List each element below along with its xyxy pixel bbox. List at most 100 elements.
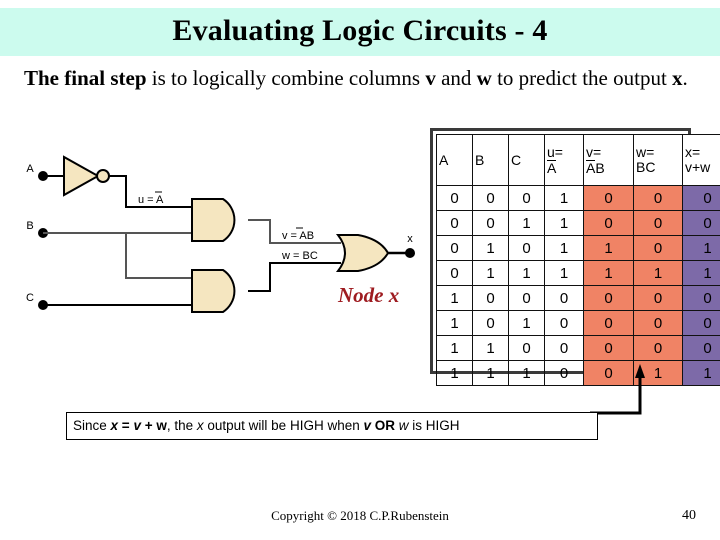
truth-table-cell-r4-c4: 0: [583, 285, 634, 311]
caption-p4: , the: [166, 418, 197, 433]
body-text-end: .: [682, 66, 688, 90]
truth-table-cell-r6-c2: 0: [508, 335, 545, 361]
truth-table-cell-r3-c5: 1: [633, 260, 683, 286]
wire-label-u: u = A: [138, 194, 164, 206]
and-gate-1: [191, 198, 236, 242]
truth-table-col-header-3: u= A: [544, 134, 584, 186]
caption-p6: OR: [370, 418, 399, 433]
truth-table-container: A B Cu= Av= AB w= BC x= v+w 00010000011000010110…: [430, 128, 720, 386]
truth-table-cell-r0-c4: 0: [583, 185, 634, 211]
truth-table-body: 0001000001100001011010111111100000010100…: [436, 185, 720, 386]
truth-table-cell-r5-c6: 0: [682, 310, 720, 336]
caption-pointer-arrow: [590, 364, 645, 415]
truth-table-cell-r3-c4: 1: [583, 260, 634, 286]
truth-table-cell-r1-c4: 0: [583, 210, 634, 236]
truth-table: A B Cu= Av= AB w= BC x= v+w 00010000011000010110…: [436, 134, 720, 386]
header-line-1: v=: [586, 143, 602, 160]
table-row: 0101101: [436, 235, 720, 261]
truth-table-cell-r6-c5: 0: [633, 335, 683, 361]
truth-table-cell-r2-c5: 0: [633, 235, 683, 261]
truth-table-cell-r1-c6: 0: [682, 210, 720, 236]
caption-w1: w: [156, 418, 167, 433]
caption-w2: w: [398, 418, 409, 433]
truth-table-cell-r2-c3: 1: [544, 235, 584, 261]
truth-table-cell-r4-c5: 0: [633, 285, 683, 311]
header-line-2: BC: [636, 159, 656, 175]
header-line-1: u=: [547, 143, 563, 160]
truth-table-cell-r6-c4: 0: [583, 335, 634, 361]
body-paragraph: The final step is to logically combine c…: [24, 65, 704, 92]
node-x-annotation: Node x: [338, 283, 400, 307]
truth-table-cell-r5-c5: 0: [633, 310, 683, 336]
body-text-var-w: w: [476, 66, 492, 90]
body-text-var-x: x: [672, 66, 683, 90]
header-line-2: AB: [586, 159, 631, 176]
and-gate-2: [191, 269, 236, 313]
truth-table-cell-r0-c6: 0: [682, 185, 720, 211]
truth-table-cell-r0-c0: 0: [436, 185, 473, 211]
not-gate-bubble: [96, 169, 110, 183]
wire-label-w: w = BC: [281, 250, 318, 262]
truth-table-cell-r7-c2: 1: [508, 360, 545, 386]
wire-label-v: v = AB: [282, 230, 314, 242]
output-label-x: x: [407, 233, 413, 245]
truth-table-cell-r1-c0: 0: [436, 210, 473, 236]
truth-table-cell-r2-c6: 1: [682, 235, 720, 261]
truth-table-cell-r0-c5: 0: [633, 185, 683, 211]
truth-table-cell-r2-c0: 0: [436, 235, 473, 261]
input-label-c: C: [26, 292, 34, 304]
truth-table-header: A B Cu= Av= AB w= BC x= v+w: [436, 134, 720, 186]
caption-v1: v: [133, 418, 141, 433]
truth-table-cell-r4-c3: 0: [544, 285, 584, 311]
truth-table-cell-r6-c3: 0: [544, 335, 584, 361]
wire-w-to-or: [248, 262, 341, 292]
body-text-var-v: v: [425, 66, 436, 90]
truth-table-cell-r2-c1: 1: [472, 235, 509, 261]
truth-table-cell-r7-c1: 1: [472, 360, 509, 386]
table-row: 0001000: [436, 185, 720, 211]
truth-table-cell-r2-c4: 1: [583, 235, 634, 261]
truth-table-cell-r0-c2: 0: [508, 185, 545, 211]
caption-box: Since x = v + w, the x output will be HI…: [66, 412, 598, 440]
truth-table-col-header-4: v= AB: [583, 134, 634, 186]
header-line-1: x=: [685, 144, 701, 160]
truth-table-col-header-1: B: [472, 134, 509, 186]
truth-table-cell-r7-c3: 0: [544, 360, 584, 386]
table-row: 1000000: [436, 285, 720, 311]
wire-b-to-and2: [125, 233, 192, 279]
truth-table-col-header-2: C: [508, 134, 545, 186]
arrow-head: [635, 364, 645, 378]
truth-table-col-header-5: w= BC: [633, 134, 683, 186]
header-line-2: v+w: [685, 159, 711, 175]
truth-table-cell-r1-c3: 1: [544, 210, 584, 236]
overlined-term: A: [547, 159, 557, 176]
caption-p7: is HIGH: [408, 418, 460, 433]
truth-table-header-row: A B Cu= Av= AB w= BC x= v+w: [436, 134, 720, 186]
truth-table-cell-r5-c4: 0: [583, 310, 634, 336]
body-text-mid3: to predict the output: [491, 66, 673, 90]
table-row: 1010000: [436, 310, 720, 336]
truth-table-cell-r0-c1: 0: [472, 185, 509, 211]
truth-table-cell-r6-c1: 1: [472, 335, 509, 361]
truth-table-cell-r3-c0: 0: [436, 260, 473, 286]
caption-v2: v: [363, 418, 371, 433]
truth-table-cell-r3-c6: 1: [682, 260, 720, 286]
truth-table-cell-r6-c6: 0: [682, 335, 720, 361]
header-line-1: w=: [636, 144, 655, 160]
truth-table-cell-r4-c1: 0: [472, 285, 509, 311]
circuit-svg: A B C u = A v = AB w = BC x: [26, 155, 415, 313]
logic-circuit-diagram: A B C u = A v = AB w = BC x: [0, 130, 430, 380]
caption-x1: x: [110, 418, 119, 433]
or-gate: [335, 234, 390, 272]
term-rest: B: [595, 159, 605, 176]
body-text-mid1: is to logically combine columns: [146, 66, 426, 90]
output-terminal-x-dot: [405, 248, 415, 258]
caption-p1: Since: [73, 418, 111, 433]
truth-table-cell-r1-c2: 1: [508, 210, 545, 236]
caption-p3: +: [140, 418, 157, 433]
body-text-lead: The final step: [24, 66, 147, 90]
truth-table-cell-r6-c0: 1: [436, 335, 473, 361]
table-row: 0011000: [436, 210, 720, 236]
truth-table-cell-r3-c2: 1: [508, 260, 545, 286]
caption-p2: =: [118, 418, 134, 433]
